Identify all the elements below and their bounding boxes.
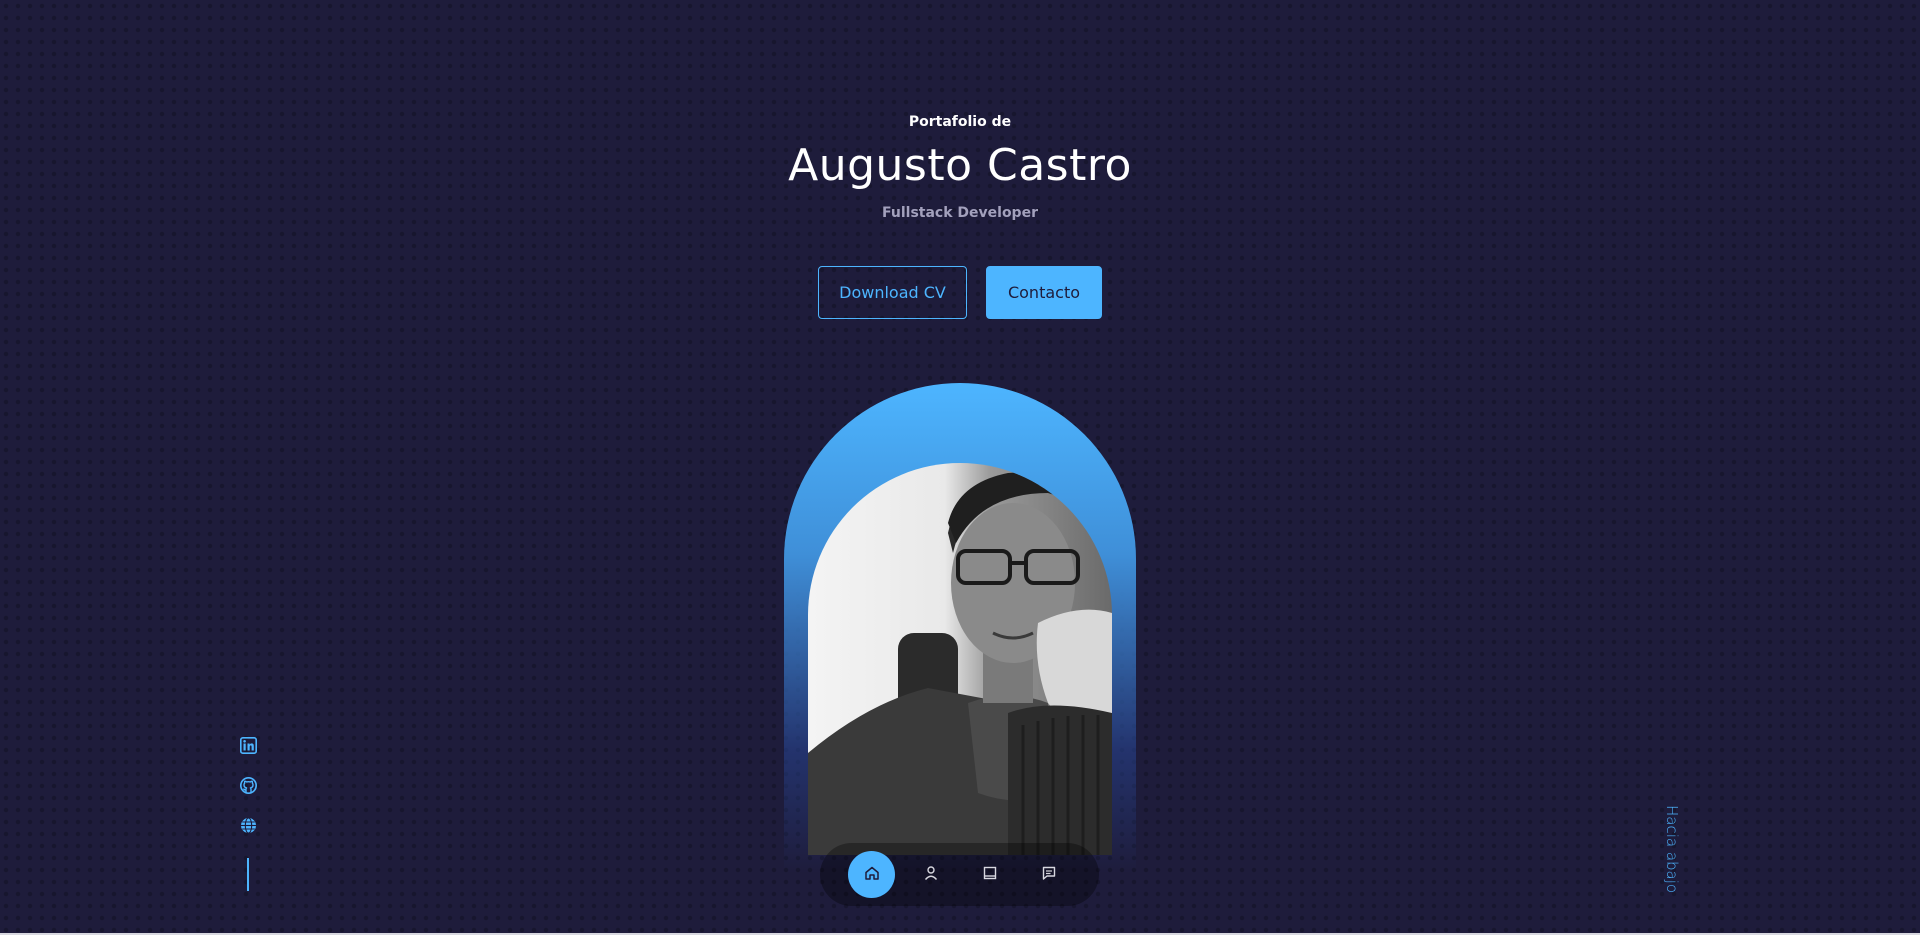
contact-button[interactable]: Contacto [986, 266, 1102, 319]
website-link[interactable] [236, 816, 260, 838]
bottom-nav [820, 843, 1099, 906]
profile-photo [808, 463, 1112, 855]
linkedin-icon [239, 736, 257, 758]
download-cv-button[interactable]: Download CV [818, 266, 967, 319]
social-divider-line [247, 858, 249, 891]
nav-portfolio[interactable] [966, 851, 1013, 898]
message-icon [1041, 865, 1057, 885]
home-icon [864, 865, 880, 885]
role-subtitle: Fullstack Developer [882, 205, 1038, 221]
page-title: Augusto Castro [788, 140, 1132, 191]
scroll-down-link[interactable]: Hacia abajo [1662, 805, 1682, 905]
eyebrow-text: Portafolio de [908, 114, 1012, 130]
nav-home[interactable] [848, 851, 895, 898]
linkedin-link[interactable] [236, 736, 260, 758]
book-icon [982, 865, 998, 885]
globe-icon [240, 816, 257, 838]
hero-section: Portafolio de Augusto Castro Fullstack D… [0, 0, 1920, 935]
nav-contact[interactable] [1025, 851, 1072, 898]
scroll-down-label: Hacia abajo [1663, 805, 1681, 894]
github-icon [239, 776, 257, 798]
social-links [236, 736, 260, 838]
github-link[interactable] [236, 776, 260, 798]
user-icon [923, 865, 939, 885]
nav-about[interactable] [907, 851, 954, 898]
